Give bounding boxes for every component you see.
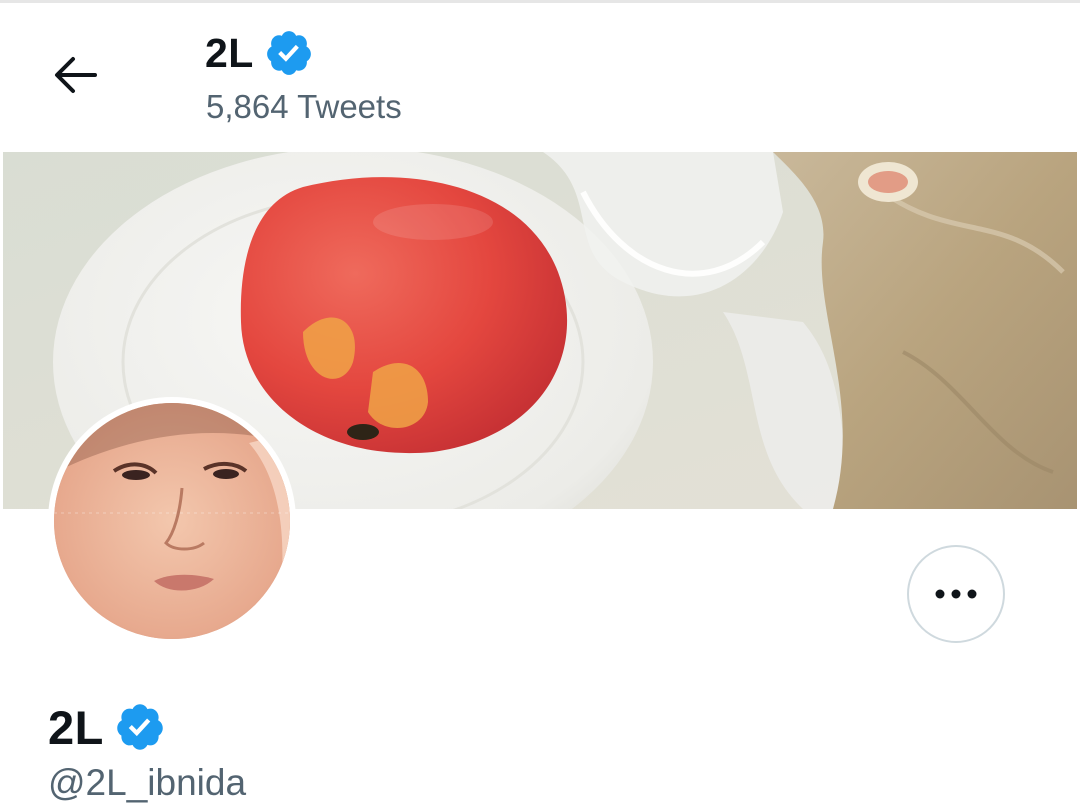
more-dots-icon <box>935 589 977 599</box>
profile-handle: @2L_ibnida <box>48 762 247 803</box>
profile-display-name: 2L <box>48 700 104 754</box>
header-display-name: 2L <box>205 29 254 76</box>
more-options-button[interactable] <box>907 545 1005 643</box>
avatar-image <box>54 403 290 639</box>
back-button[interactable] <box>40 48 110 102</box>
tweet-count: 5,864 Tweets <box>206 88 402 125</box>
header-title: 2L <box>205 28 314 78</box>
top-divider <box>0 0 1080 3</box>
verified-badge-icon <box>117 704 163 750</box>
verified-badge-icon <box>266 31 311 75</box>
avatar[interactable] <box>48 397 296 645</box>
back-arrow-icon <box>55 57 97 93</box>
profile-name: 2L <box>48 700 166 754</box>
